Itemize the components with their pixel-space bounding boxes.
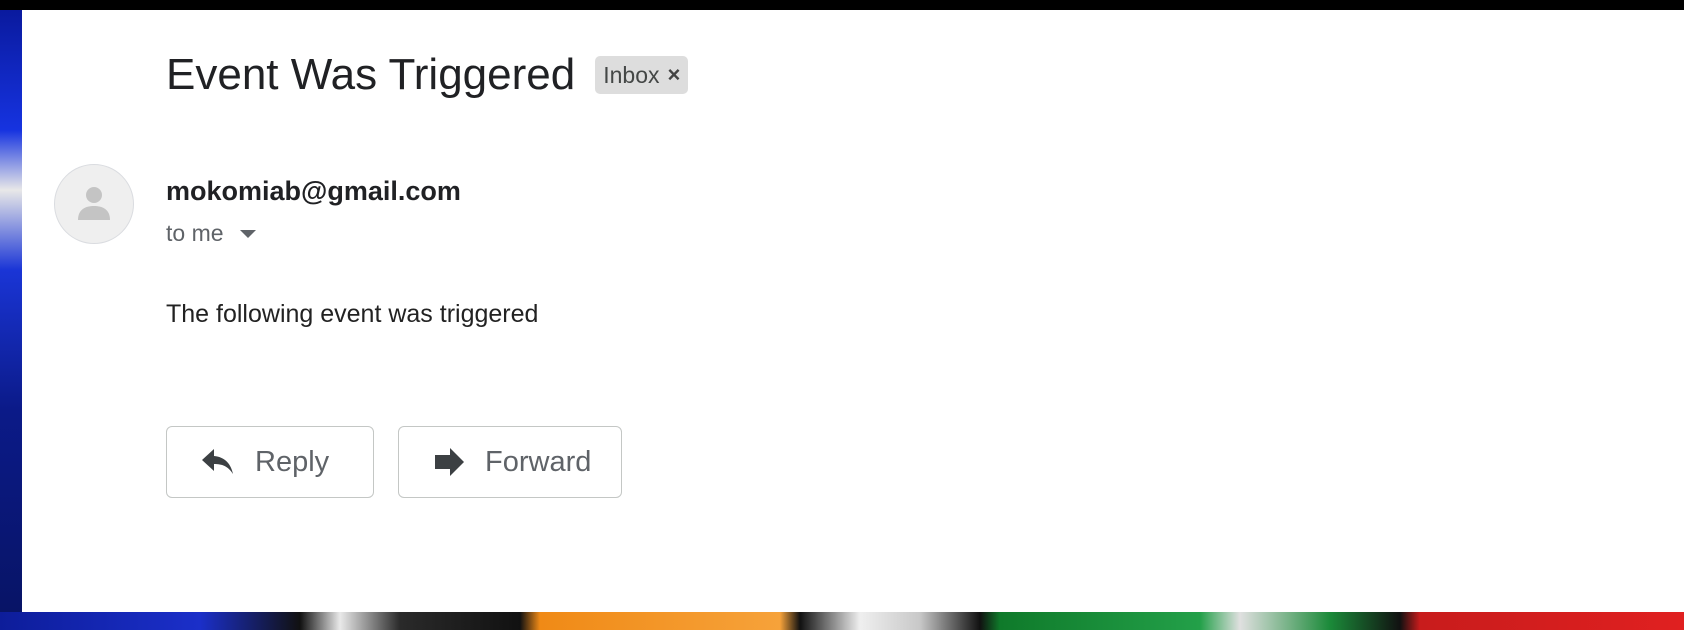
- reply-arrow-icon: [201, 445, 235, 479]
- email-actions: Reply Forward: [166, 426, 622, 498]
- subject-row: Event Was Triggered Inbox ×: [166, 50, 689, 100]
- inbox-label-chip[interactable]: Inbox ×: [595, 56, 689, 94]
- inbox-label-text: Inbox: [603, 61, 660, 88]
- reply-button[interactable]: Reply: [166, 426, 374, 498]
- wallpaper-bottom-edge: [0, 612, 1684, 630]
- caret-down-icon[interactable]: [239, 229, 256, 238]
- reply-label: Reply: [255, 445, 330, 478]
- email-subject: Event Was Triggered: [166, 50, 576, 99]
- recipient-details-toggle[interactable]: to me: [166, 220, 256, 247]
- forward-button[interactable]: Forward: [398, 426, 622, 498]
- close-icon[interactable]: ×: [667, 64, 680, 86]
- sender-email[interactable]: mokomiab@gmail.com: [166, 176, 461, 207]
- recipient-text: to me: [166, 220, 224, 246]
- person-icon: [78, 187, 110, 220]
- avatar[interactable]: [54, 164, 134, 244]
- forward-label: Forward: [485, 445, 592, 478]
- forward-arrow-icon: [433, 445, 465, 479]
- email-view: Event Was Triggered Inbox × mokomiab@gma…: [22, 10, 1684, 612]
- wallpaper-left-edge: [0, 10, 22, 612]
- email-body: The following event was triggered: [166, 300, 539, 328]
